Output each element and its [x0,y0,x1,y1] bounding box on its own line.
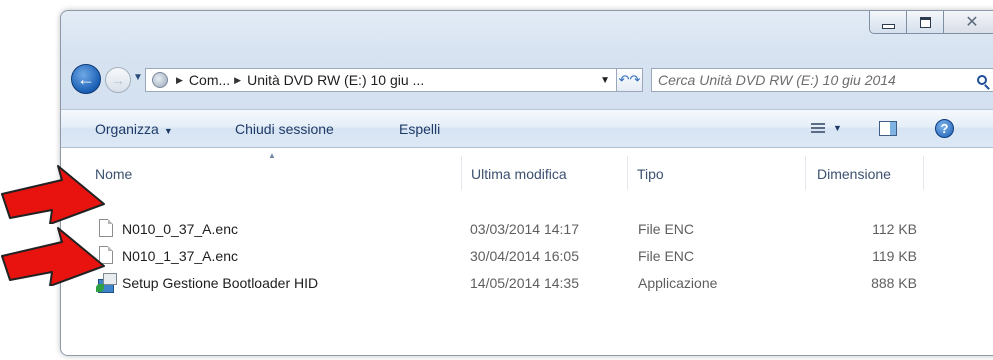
column-type-header[interactable]: Tipo [637,166,664,182]
file-modified: 03/03/2014 14:17 [470,221,579,237]
file-type: File ENC [638,248,695,264]
column-divider[interactable] [923,156,924,190]
maximize-button[interactable] [907,11,944,34]
organize-label: Organizza [95,121,159,137]
breadcrumb-separator-icon[interactable]: ▶ [176,75,183,86]
file-modified: 30/04/2014 16:05 [470,248,579,264]
file-name[interactable]: Setup Gestione Bootloader HID [122,275,318,291]
breadcrumb-computer[interactable]: Com... [189,72,230,88]
back-button[interactable]: ← [71,64,101,94]
file-list: ▲ Nome Ultima modifica Tipo Dimensione N… [61,148,993,355]
help-icon[interactable]: ? [935,119,954,138]
red-arrow-icon [1,227,105,286]
recent-pages-button[interactable]: ▼ [133,72,143,83]
refresh-icon: ↶↷ [618,72,641,87]
column-divider[interactable] [461,156,462,190]
command-bar: Organizza ▼ Chiudi sessione Espelli ▼ ? [61,109,993,148]
column-divider[interactable] [627,156,628,190]
search-icon[interactable] [977,75,987,85]
caption-buttons: ✕ [869,11,993,37]
list-item[interactable]: N010_1_37_A.enc 30/04/2014 16:05 File EN… [61,245,993,267]
minimize-button[interactable] [869,11,907,34]
explorer-window: ✕ ← → ▼ ▶ Com... ▶ Unità DVD RW (E:) 10 … [60,10,993,356]
sort-ascending-icon: ▲ [268,151,276,160]
maximize-icon [919,16,931,28]
red-arrow-icon [1,165,105,224]
organize-menu-button[interactable]: Organizza ▼ [95,121,173,137]
address-bar[interactable]: ▶ Com... ▶ Unità DVD RW (E:) 10 giu ... … [145,68,617,92]
file-name[interactable]: N010_0_37_A.enc [122,221,238,237]
file-size: 888 KB [871,275,917,291]
file-type: File ENC [638,221,695,237]
column-size-header[interactable]: Dimensione [817,166,891,182]
address-dropdown-icon[interactable]: ▼ [600,75,610,86]
drive-icon [152,72,168,88]
close-button[interactable]: ✕ [944,11,993,34]
forward-arrow-icon: → [111,72,125,88]
list-item[interactable]: Setup Gestione Bootloader HID 14/05/2014… [61,272,993,294]
minimize-icon [881,23,895,29]
preview-pane-icon[interactable] [879,121,897,136]
list-item[interactable]: N010_0_37_A.enc 03/03/2014 14:17 File EN… [61,218,993,240]
file-name[interactable]: N010_1_37_A.enc [122,248,238,264]
column-divider[interactable] [805,156,806,190]
eject-button[interactable]: Espelli [399,121,440,137]
forward-button[interactable]: → [105,67,131,93]
column-header-row: ▲ Nome Ultima modifica Tipo Dimensione [61,148,993,192]
file-size: 119 KB [872,248,917,264]
breadcrumb-dvd-drive[interactable]: Unità DVD RW (E:) 10 giu ... [247,72,424,88]
view-options-dropdown-icon[interactable]: ▼ [833,123,842,133]
search-placeholder: Cerca Unità DVD RW (E:) 10 giu 2014 [658,72,896,88]
search-input[interactable]: Cerca Unità DVD RW (E:) 10 giu 2014 [651,68,993,92]
chevron-down-icon: ▼ [133,72,143,83]
back-arrow-icon: ← [77,68,95,89]
file-size: 112 KB [872,221,917,237]
file-modified: 14/05/2014 14:35 [470,275,579,291]
chevron-down-icon: ▼ [163,126,173,136]
refresh-button[interactable]: ↶↷ [617,68,643,92]
file-type: Applicazione [638,275,718,291]
close-icon: ✕ [965,14,979,31]
change-view-icon[interactable] [811,123,825,135]
close-session-button[interactable]: Chiudi sessione [235,121,334,137]
breadcrumb-separator-icon[interactable]: ▶ [234,75,241,86]
column-modified-header[interactable]: Ultima modifica [471,166,567,182]
